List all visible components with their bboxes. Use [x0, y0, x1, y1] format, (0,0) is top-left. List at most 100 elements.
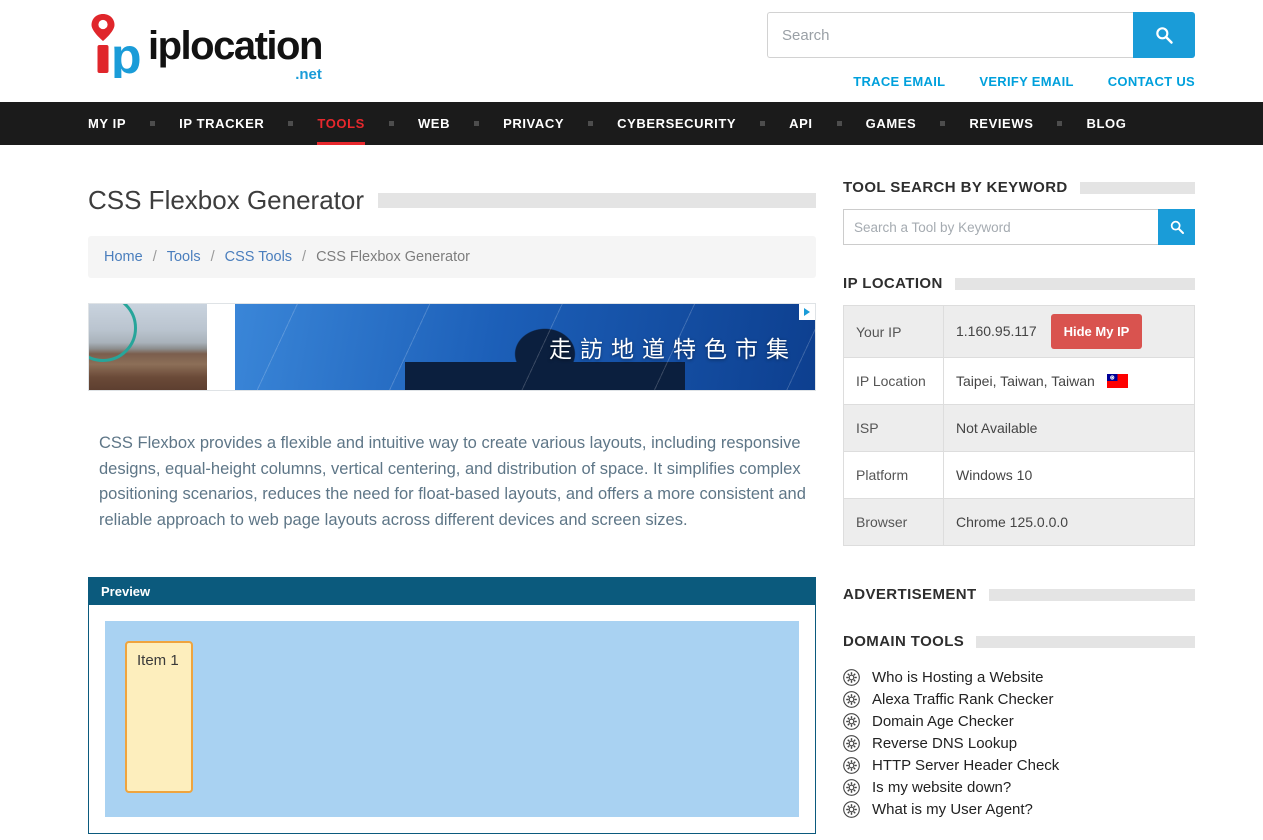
nav-item-web[interactable]: WEB: [418, 102, 450, 145]
breadcrumb-separator: /: [153, 249, 157, 265]
site-search: [767, 12, 1195, 58]
nav-separator: [837, 121, 842, 126]
ip-location-heading: IP LOCATION: [843, 275, 943, 292]
breadcrumb-separator: /: [302, 249, 306, 265]
nav-item-tools[interactable]: TOOLS: [317, 102, 365, 145]
heading-divider-bar: [955, 278, 1195, 290]
table-row-platform: Platform Windows 10: [844, 452, 1195, 499]
flex-preview-container: Item 1: [105, 621, 799, 817]
table-row-your-ip: Your IP 1.160.95.117 Hide My IP: [844, 306, 1195, 358]
list-item: Reverse DNS Lookup: [843, 732, 1195, 754]
nav-separator: [588, 121, 593, 126]
table-row-browser: Browser Chrome 125.0.0.0: [844, 499, 1195, 546]
row-value: Taipei, Taiwan, Taiwan: [944, 358, 1195, 405]
tool-search-button[interactable]: [1158, 209, 1195, 245]
list-item: Who is Hosting a Website: [843, 666, 1195, 688]
ip-location-table: Your IP 1.160.95.117 Hide My IP IP Locat…: [843, 305, 1195, 546]
row-value: Windows 10: [944, 452, 1195, 499]
heading-divider-bar: [1080, 182, 1195, 194]
row-value: 1.160.95.117 Hide My IP: [944, 306, 1195, 358]
logo-pin-icon: p: [88, 12, 144, 83]
tool-description: CSS Flexbox provides a flexible and intu…: [88, 431, 816, 533]
heading-divider-bar: [989, 589, 1195, 601]
domain-tool-link-http-header[interactable]: HTTP Server Header Check: [872, 757, 1059, 774]
nav-item-api[interactable]: API: [789, 102, 812, 145]
row-label: ISP: [844, 405, 944, 452]
main-nav: MY IP IP TRACKER TOOLS WEB PRIVACY CYBER…: [0, 102, 1263, 145]
table-row-ip-location: IP Location Taipei, Taiwan, Taiwan: [844, 358, 1195, 405]
domain-tool-link-alexa-rank[interactable]: Alexa Traffic Rank Checker: [872, 691, 1053, 708]
ad-banner[interactable]: 走訪地道特色市集: [88, 303, 816, 391]
nav-separator: [1057, 121, 1062, 126]
nav-item-privacy[interactable]: PRIVACY: [503, 102, 564, 145]
nav-item-ip-tracker[interactable]: IP TRACKER: [179, 102, 264, 145]
flex-item-1: Item 1: [125, 641, 193, 793]
ad-gap: [207, 304, 235, 390]
page-title: CSS Flexbox Generator: [88, 185, 364, 216]
ad-creative: 走訪地道特色市集: [235, 304, 815, 390]
nav-item-reviews[interactable]: REVIEWS: [969, 102, 1033, 145]
ad-text: 走訪地道特色市集: [549, 330, 797, 364]
breadcrumb-home[interactable]: Home: [104, 249, 143, 265]
site-logo[interactable]: p iplocation .net: [88, 12, 322, 83]
nav-separator: [150, 121, 155, 126]
domain-tool-link-reverse-dns[interactable]: Reverse DNS Lookup: [872, 735, 1017, 752]
heading-divider-bar: [976, 636, 1195, 648]
link-trace-email[interactable]: TRACE EMAIL: [853, 74, 945, 89]
nav-item-my-ip[interactable]: MY IP: [88, 102, 126, 145]
gear-icon: [843, 801, 860, 818]
header-links: TRACE EMAIL VERIFY EMAIL CONTACT US: [853, 74, 1195, 89]
logo-text: iplocation .net: [148, 26, 322, 82]
tool-search: [843, 209, 1195, 245]
site-search-input[interactable]: [767, 12, 1133, 58]
your-ip-value: 1.160.95.117: [956, 323, 1037, 339]
breadcrumb-current: CSS Flexbox Generator: [316, 249, 470, 265]
nav-item-games[interactable]: GAMES: [866, 102, 917, 145]
preview-panel-header: Preview: [89, 578, 815, 605]
search-icon: [1169, 219, 1185, 235]
gear-icon: [843, 669, 860, 686]
row-label: Browser: [844, 499, 944, 546]
gear-icon: [843, 713, 860, 730]
site-search-button[interactable]: [1133, 12, 1195, 58]
nav-separator: [474, 121, 479, 126]
taiwan-flag-icon: [1107, 374, 1128, 388]
link-verify-email[interactable]: VERIFY EMAIL: [979, 74, 1073, 89]
domain-tool-link-website-down[interactable]: Is my website down?: [872, 779, 1011, 796]
list-item: Is my website down?: [843, 776, 1195, 798]
preview-panel-body: Item 1: [89, 605, 815, 833]
row-value: Not Available: [944, 405, 1195, 452]
nav-item-cybersecurity[interactable]: CYBERSECURITY: [617, 102, 736, 145]
table-row-isp: ISP Not Available: [844, 405, 1195, 452]
gear-icon: [843, 757, 860, 774]
hide-my-ip-button[interactable]: Hide My IP: [1051, 314, 1143, 349]
site-header: p iplocation .net TRACE EMAIL VERIFY EMA…: [0, 0, 1263, 89]
breadcrumb-separator: /: [211, 249, 215, 265]
tool-search-input[interactable]: [843, 209, 1158, 245]
breadcrumb-tools[interactable]: Tools: [167, 249, 201, 265]
domain-tools-heading: DOMAIN TOOLS: [843, 633, 964, 650]
svg-text:p: p: [111, 28, 142, 78]
domain-tool-link-domain-age[interactable]: Domain Age Checker: [872, 713, 1014, 730]
ad-choices-icon[interactable]: [799, 304, 815, 320]
domain-tool-link-user-agent[interactable]: What is my User Agent?: [872, 801, 1033, 818]
breadcrumb-css-tools[interactable]: CSS Tools: [225, 249, 292, 265]
row-label: Platform: [844, 452, 944, 499]
gear-icon: [843, 691, 860, 708]
nav-item-blog[interactable]: BLOG: [1086, 102, 1126, 145]
list-item: HTTP Server Header Check: [843, 754, 1195, 776]
sidebar: TOOL SEARCH BY KEYWORD IP LOCATION Your …: [843, 179, 1195, 834]
title-divider-bar: [378, 193, 816, 208]
advertisement-heading: ADVERTISEMENT: [843, 586, 977, 603]
tool-search-heading: TOOL SEARCH BY KEYWORD: [843, 179, 1068, 196]
list-item: What is my User Agent?: [843, 798, 1195, 820]
nav-separator: [760, 121, 765, 126]
nav-separator: [288, 121, 293, 126]
ip-location-value: Taipei, Taiwan, Taiwan: [956, 373, 1095, 389]
row-label: IP Location: [844, 358, 944, 405]
row-value: Chrome 125.0.0.0: [944, 499, 1195, 546]
link-contact-us[interactable]: CONTACT US: [1108, 74, 1195, 89]
list-item: Alexa Traffic Rank Checker: [843, 688, 1195, 710]
nav-separator: [940, 121, 945, 126]
domain-tool-link-hosting[interactable]: Who is Hosting a Website: [872, 669, 1043, 686]
